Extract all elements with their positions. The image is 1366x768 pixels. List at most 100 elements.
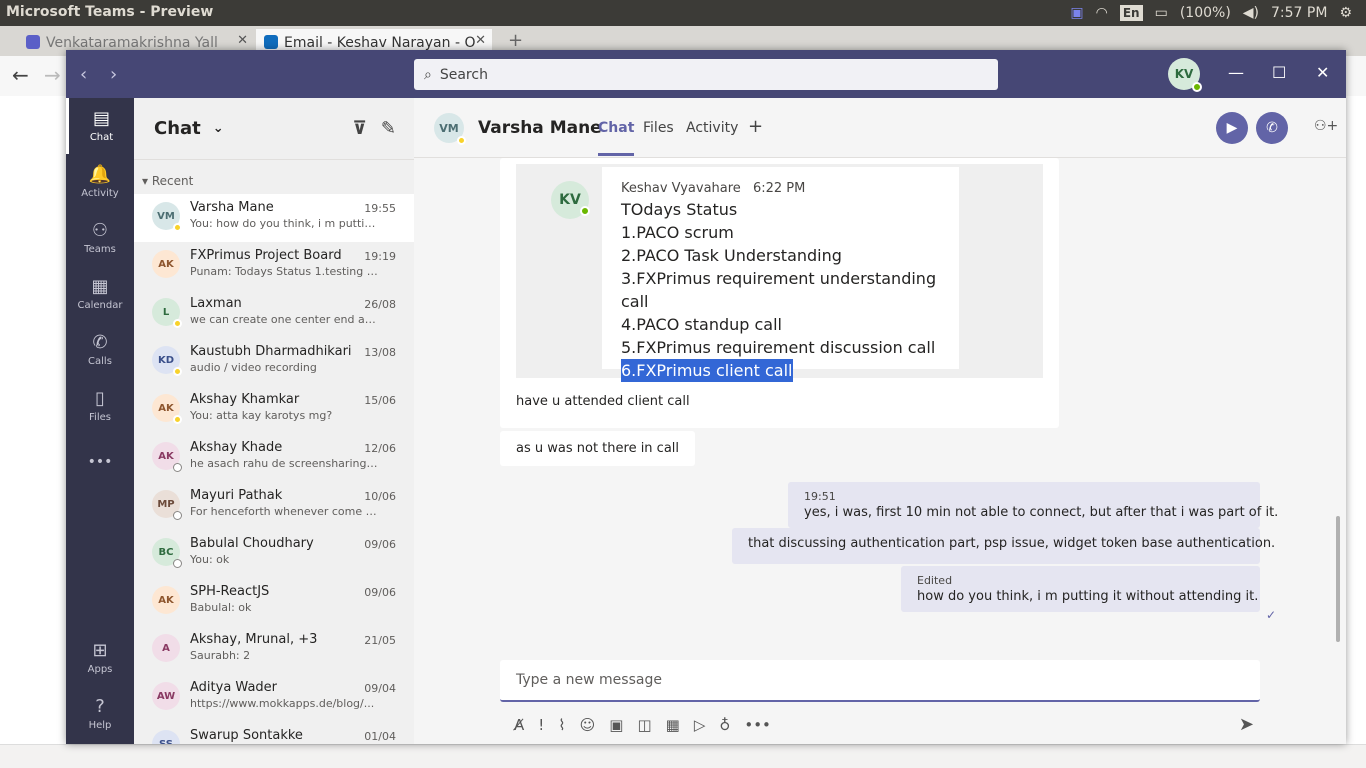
app-rail: ▤ Chat 🔔 Activity ⚇ Teams ▦ Calendar ✆ C… xyxy=(66,98,134,744)
chat-time: 01/04 xyxy=(364,730,396,743)
search-placeholder: Search xyxy=(439,66,488,83)
chat-list-item[interactable]: SS Swarup Sontakke 01/04 xyxy=(134,722,414,744)
chat-list-item[interactable]: AW Aditya Wader 09/04 https://www.mokkapps.… xyxy=(134,674,414,722)
chat-list-item[interactable]: AK Akshay Khade 12/06 he asach rahu de scre… xyxy=(134,434,414,482)
incoming-message: as u was not there in call xyxy=(500,431,696,466)
stream-icon[interactable]: ▷ xyxy=(694,716,706,734)
chat-list-item[interactable]: L Laxman 26/08 we can create one center end… xyxy=(134,290,414,338)
chat-list-title[interactable]: Chat xyxy=(154,118,201,139)
new-tab-button[interactable]: + xyxy=(508,30,523,51)
clock[interactable]: 7:57 PM xyxy=(1271,5,1327,21)
close-tab-icon[interactable]: ✕ xyxy=(237,33,248,48)
chat-list-item[interactable]: AK SPH-ReactJS 09/06 Babulal: ok xyxy=(134,578,414,626)
rail-help[interactable]: ? Help xyxy=(66,686,134,742)
meeting-icon[interactable]: ▦ xyxy=(666,716,680,734)
add-tab-button[interactable]: + xyxy=(748,116,763,137)
maximize-icon[interactable]: ☐ xyxy=(1272,63,1286,82)
avatar: A xyxy=(152,634,180,662)
quoted-line: 5.FXPrimus requirement discussion call xyxy=(621,338,936,357)
chat-name: FXPrimus Project Board xyxy=(190,248,342,263)
video-call-button[interactable]: ▶ xyxy=(1216,112,1248,144)
avatar: AK xyxy=(152,394,182,424)
format-icon[interactable]: A̸ xyxy=(514,716,524,734)
emoji-icon[interactable]: ☺ xyxy=(580,716,596,734)
search-box[interactable]: ⌕ Search xyxy=(414,59,998,90)
filter-icon[interactable]: ⊽ xyxy=(352,118,367,139)
chat-list-item[interactable]: BC Babulal Choudhary 09/06 You: ok xyxy=(134,530,414,578)
chat-time: 10/06 xyxy=(364,490,396,503)
compose-box[interactable]: Type a new message xyxy=(500,660,1260,702)
presence-available-icon xyxy=(1192,82,1202,92)
language-indicator[interactable]: En xyxy=(1119,5,1143,21)
search-icon: ⌕ xyxy=(424,66,432,83)
chat-list-item[interactable]: MP Mayuri Pathak 10/06 For henceforth whene… xyxy=(134,482,414,530)
chat-list-item[interactable]: KD Kaustubh Dharmadhikari 13/08 audio / vid… xyxy=(134,338,414,386)
contact-avatar: VM xyxy=(434,113,466,145)
quoted-author: Keshav Vyavahare xyxy=(621,181,741,196)
teams-tray-icon[interactable]: ▣ xyxy=(1070,5,1083,21)
forward-arrow-icon[interactable]: → xyxy=(44,63,61,87)
chat-list-item[interactable]: AK FXPrimus Project Board 19:19 Punam: Toda… xyxy=(134,242,414,290)
rail-activity[interactable]: 🔔 Activity xyxy=(66,154,134,210)
rail-calls[interactable]: ✆ Calls xyxy=(66,322,134,378)
chat-preview: https://www.mokkapps.de/blog/... xyxy=(190,697,375,710)
rail-label: Calendar xyxy=(77,300,123,311)
rail-files[interactable]: ▯ Files xyxy=(66,378,134,434)
recent-section-header[interactable]: ▾ Recent xyxy=(134,160,414,194)
close-window-icon[interactable]: ✕ xyxy=(1316,63,1329,82)
chat-list-item[interactable]: VM Varsha Mane 19:55 You: how do you think,… xyxy=(134,194,414,242)
chat-preview: Saurabh: 2 xyxy=(190,649,251,662)
rail-chat[interactable]: ▤ Chat xyxy=(66,98,134,154)
quoted-author-initials: KV xyxy=(559,192,581,208)
avatar-initials: AW xyxy=(156,690,176,702)
chevron-left-icon[interactable]: ‹ xyxy=(80,64,87,85)
new-chat-icon[interactable]: ✎ xyxy=(381,118,396,139)
power-icon[interactable]: ⚙ xyxy=(1339,5,1352,21)
rail-label: Files xyxy=(89,412,111,423)
tab-files[interactable]: Files xyxy=(643,120,674,136)
tab-activity[interactable]: Activity xyxy=(686,120,738,136)
audio-call-button[interactable]: ✆ xyxy=(1256,112,1288,144)
rail-apps[interactable]: ⊞ Apps xyxy=(66,630,134,686)
sticker-icon[interactable]: ◫ xyxy=(637,716,651,734)
chevron-right-icon[interactable]: › xyxy=(110,64,117,85)
chat-list-item[interactable]: A Akshay, Mrunal, +3 21/05 Saurabh: 2 xyxy=(134,626,414,674)
rail-more[interactable]: ••• xyxy=(66,434,134,490)
profile-avatar[interactable]: KV xyxy=(1168,58,1202,92)
quoted-message-box: KV Keshav Vyavahare 6:22 PM TOdays Statu… xyxy=(516,164,1043,382)
rail-teams[interactable]: ⚇ Teams xyxy=(66,210,134,266)
profile-initials: KV xyxy=(1174,67,1194,81)
minimize-icon[interactable]: — xyxy=(1228,63,1244,82)
quoted-line: 4.PACO standup call xyxy=(621,315,782,334)
close-tab-icon[interactable]: ✕ xyxy=(475,33,486,48)
gif-icon[interactable]: ▣ xyxy=(609,716,623,734)
message-with-quote: KV Keshav Vyavahare 6:22 PM TOdays Statu… xyxy=(500,158,1059,428)
message-time: 19:51 xyxy=(804,490,836,503)
add-people-icon[interactable]: ⚇+ xyxy=(1314,118,1338,134)
attach-icon[interactable]: ⌇ xyxy=(558,716,565,734)
message-text: how do you think, i m putting it without… xyxy=(917,589,1259,604)
wifi-icon[interactable]: ◠ xyxy=(1096,5,1108,21)
avatar-initials: MP xyxy=(157,498,175,510)
video-camera-icon: ▶ xyxy=(1226,120,1238,136)
battery-icon[interactable]: ▭ xyxy=(1155,5,1168,21)
help-icon: ? xyxy=(95,696,105,717)
send-icon[interactable]: ➤ xyxy=(1239,714,1254,735)
praise-icon[interactable]: ♁ xyxy=(719,716,730,734)
read-receipt-icon: ✓ xyxy=(1266,608,1277,622)
more-options-icon[interactable]: ••• xyxy=(744,716,771,734)
rail-calendar[interactable]: ▦ Calendar xyxy=(66,266,134,322)
contact-name[interactable]: Varsha Mane xyxy=(478,118,602,138)
important-icon[interactable]: ! xyxy=(538,716,544,734)
volume-icon[interactable]: ◀) xyxy=(1243,5,1259,21)
conversation-pane: VM Varsha Mane Chat Files Activity + ▶ ✆… xyxy=(414,98,1346,744)
thread-scrollbar[interactable] xyxy=(1336,516,1340,642)
chat-list-item[interactable]: AK Akshay Khamkar 15/06 You: atta kay karot… xyxy=(134,386,414,434)
chat-name: Swarup Sontakke xyxy=(190,728,303,743)
chat-time: 12/06 xyxy=(364,442,396,455)
quoted-line: 2.PACO Task Understanding xyxy=(621,246,842,265)
chat-time: 09/06 xyxy=(364,538,396,551)
back-arrow-icon[interactable]: ← xyxy=(12,63,29,87)
tab-chat[interactable]: Chat xyxy=(598,120,635,156)
chevron-down-icon[interactable]: ⌄ xyxy=(213,121,224,136)
